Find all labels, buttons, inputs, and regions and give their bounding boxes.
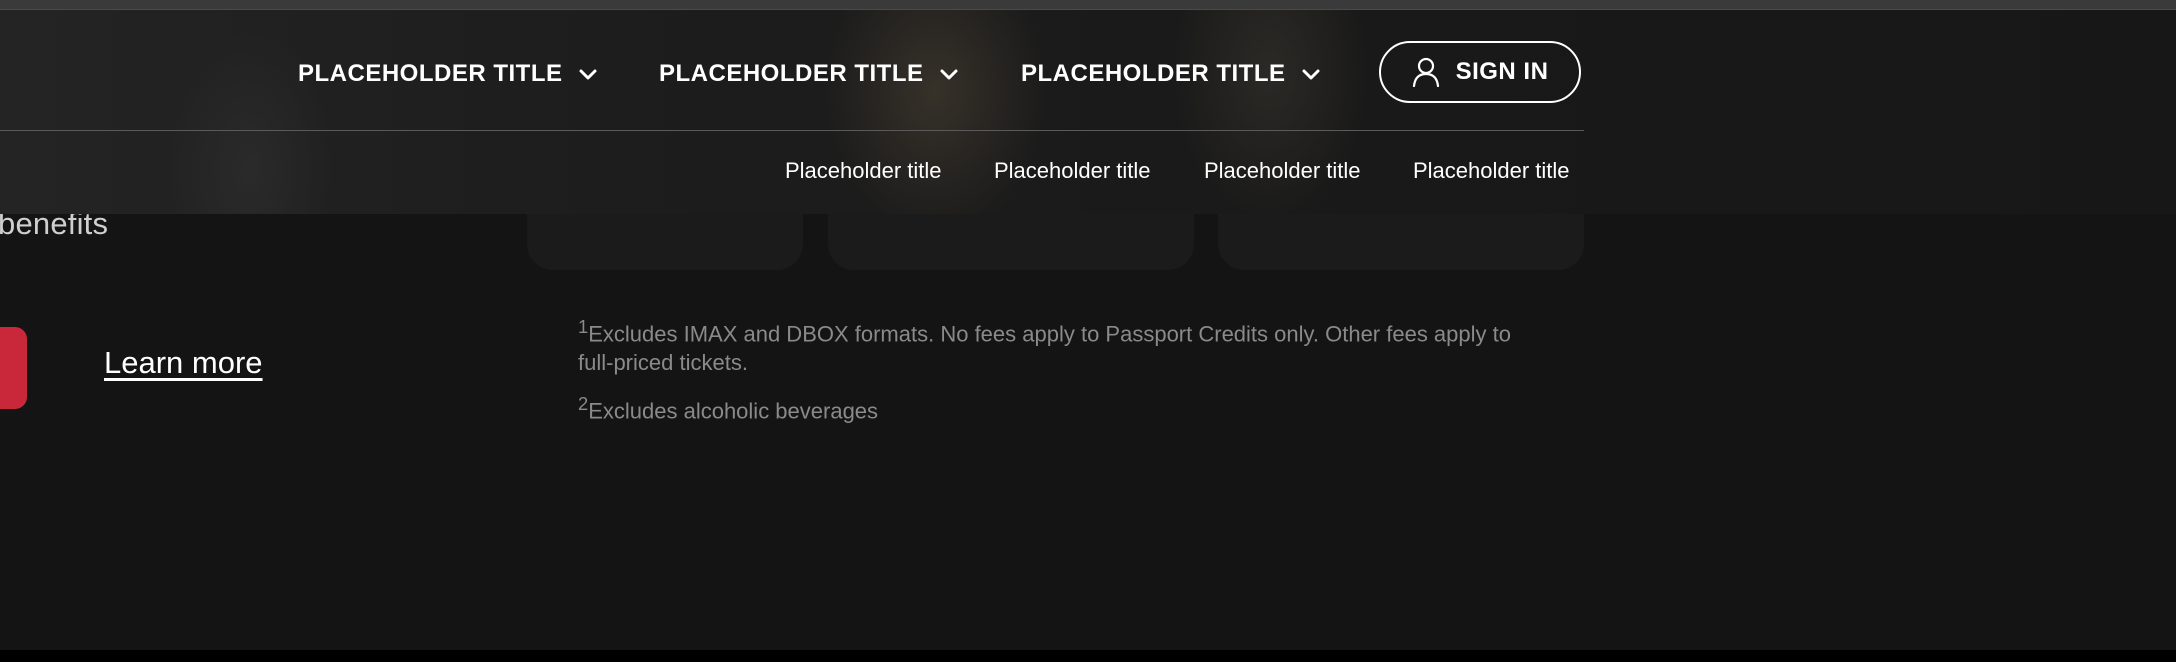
subnav-item-4[interactable]: Placeholder title xyxy=(1413,158,1570,184)
learn-more-link[interactable]: Learn more xyxy=(104,345,263,381)
nav-item-label: PLACEHOLDER TITLE xyxy=(298,60,563,87)
nav-item-2[interactable]: PLACEHOLDER TITLE xyxy=(659,60,960,88)
footnote-marker: 2 xyxy=(578,393,589,414)
browser-top-strip xyxy=(0,0,2176,10)
chevron-down-icon xyxy=(1302,69,1319,80)
chevron-down-icon xyxy=(579,69,596,80)
footnote-marker: 1 xyxy=(578,316,589,337)
chevron-down-icon xyxy=(940,69,957,80)
nav-item-1[interactable]: PLACEHOLDER TITLE xyxy=(298,60,599,88)
footnote-text: Excludes IMAX and DBOX formats. No fees … xyxy=(578,321,1511,376)
page-bottom-bar xyxy=(0,650,2176,662)
sign-in-button[interactable]: SIGN IN xyxy=(1379,41,1581,103)
nav-item-label: PLACEHOLDER TITLE xyxy=(659,60,924,87)
nav-item-3[interactable]: PLACEHOLDER TITLE xyxy=(1021,60,1322,88)
footnote-text: Excludes alcoholic beverages xyxy=(588,398,879,424)
subnav-item-2[interactable]: Placeholder title xyxy=(994,158,1151,184)
subnav-item-1[interactable]: Placeholder title xyxy=(785,158,942,184)
site-header: PLACEHOLDER TITLE PLACEHOLDER TITLE PLAC… xyxy=(0,10,2176,214)
join-button[interactable] xyxy=(0,327,27,409)
subnav-item-3[interactable]: Placeholder title xyxy=(1204,158,1361,184)
nav-item-label: PLACEHOLDER TITLE xyxy=(1021,60,1286,87)
footnote-2: 2Excludes alcoholic beverages xyxy=(578,389,878,425)
footnote-1: 1Excludes IMAX and DBOX formats. No fees… xyxy=(578,312,1538,377)
user-icon xyxy=(1412,57,1439,87)
sign-in-label: SIGN IN xyxy=(1455,58,1549,85)
header-divider xyxy=(0,130,1584,131)
